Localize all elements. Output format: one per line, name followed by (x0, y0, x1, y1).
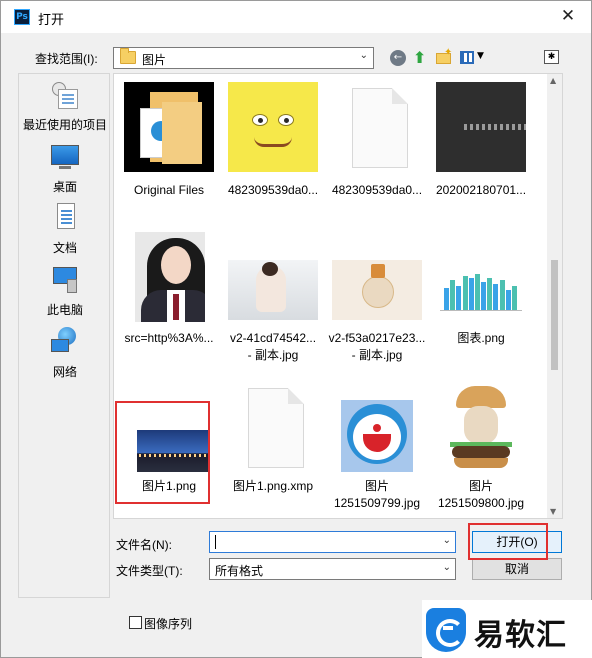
place-label: 最近使用的项目 (22, 118, 107, 132)
checkbox-box[interactable] (129, 616, 142, 629)
place-label: 文档 (52, 241, 77, 255)
chart-thumbnail (436, 260, 526, 320)
place-recent-items[interactable]: 最近使用的项目 (19, 78, 111, 134)
photoshop-app-icon: Ps (14, 9, 30, 25)
back-arrow-icon: ← (390, 50, 406, 66)
file-name: 图片 (468, 479, 493, 493)
filename-field[interactable]: ⌄ (209, 531, 456, 553)
file-item[interactable]: 图片 1251509800.jpg (429, 74, 533, 510)
place-label: 桌面 (52, 180, 77, 194)
thumbnail-bar (456, 286, 462, 310)
lookin-dropdown[interactable]: 图片 ⌄ (113, 47, 374, 69)
file-name-line-2: 1251509800.jpg (437, 496, 525, 510)
file-name: 图片1.png.xmp (232, 479, 314, 493)
file-name-line-2: 1251509799.jpg (333, 496, 421, 510)
file-name: src=http%3A%... (124, 331, 214, 345)
recent-items-icon (49, 80, 81, 112)
image-thumbnail (341, 400, 413, 472)
filetype-dropdown[interactable]: 所有格式 ⌄ (209, 558, 456, 580)
thumbnail-bar (462, 276, 468, 310)
place-documents[interactable]: 文档 (19, 201, 111, 257)
image-thumbnail (137, 430, 210, 472)
file-name: v2-41cd74542... (229, 331, 317, 345)
sparkle-icon: ✦ (444, 47, 453, 58)
place-this-pc[interactable]: 此电脑 (19, 263, 111, 319)
scroll-down-icon[interactable]: ▼ (550, 507, 556, 516)
scrollbar-thumb[interactable] (551, 260, 558, 370)
image-thumbnail (436, 382, 526, 474)
watermark: 易软汇 (422, 600, 592, 658)
favorite-icon: ✱ (544, 50, 559, 64)
image-thumbnail (135, 232, 205, 322)
thumbnail-bar (493, 284, 499, 310)
thumbnail-bar (505, 290, 511, 310)
scroll-up-icon[interactable]: ▲ (550, 76, 556, 85)
file-list[interactable]: Original Files 482309539da0... 482309539… (113, 73, 563, 519)
thumbnail-bar (450, 280, 456, 310)
dropdown-caret-icon: ▼ (477, 51, 484, 61)
back-button[interactable]: ← (390, 47, 408, 69)
brand-logo-icon (426, 608, 466, 652)
up-folder-button[interactable]: ⬆ (412, 47, 430, 69)
folder-icon (120, 48, 136, 64)
image-thumbnail (228, 260, 318, 320)
file-name-line-2: - 副本.jpg (247, 348, 299, 362)
image-thumbnail (332, 260, 422, 320)
file-item[interactable]: 图片 1251509799.jpg (325, 74, 429, 510)
close-button[interactable]: ✕ (553, 3, 583, 29)
thumbnail-bar (474, 274, 480, 310)
cancel-button[interactable]: 取消 (472, 558, 562, 580)
filetype-label: 文件类型(T): (116, 564, 183, 578)
text-caret (215, 535, 216, 549)
thumbnail-bar (468, 278, 474, 310)
place-label: 此电脑 (46, 303, 83, 317)
brand-text: 易软汇 (474, 618, 567, 653)
new-folder-button[interactable]: ✦ (435, 47, 455, 69)
title-bar[interactable]: Ps 打开 ✕ (1, 1, 591, 33)
file-item-selected[interactable]: 图片1.png (117, 74, 221, 493)
view-menu-button[interactable]: ▼ (459, 47, 487, 69)
desktop-icon (49, 142, 81, 174)
dialog-title: 打开 (38, 12, 65, 27)
thumbnail-bar (444, 288, 449, 310)
place-desktop[interactable]: 桌面 (19, 140, 111, 196)
network-icon (49, 327, 81, 359)
file-name: 图表.png (457, 331, 505, 345)
filename-label: 文件名(N): (116, 538, 172, 552)
thumbnail-bar (487, 278, 493, 310)
place-network[interactable]: 网络 (19, 325, 111, 381)
this-pc-icon (49, 265, 81, 297)
file-name: v2-f53a0217e23... (328, 331, 426, 345)
file-name: 图片 (364, 479, 389, 493)
blank-file-icon (228, 382, 318, 472)
favorite-button[interactable]: ✱ (543, 47, 563, 69)
thumbnail-bar (511, 286, 517, 310)
lookin-value: 图片 (142, 53, 167, 67)
open-button[interactable]: 打开(O) (472, 531, 562, 553)
open-dialog: Ps 打开 ✕ 查找范围(I): 图片 ⌄ ← ⬆ ✦ ▼ ✱ 最近使用的项目 … (0, 0, 592, 658)
file-name-line-2: - 副本.jpg (351, 348, 403, 362)
filename-input[interactable] (212, 534, 436, 550)
image-sequence-label: 图像序列 (144, 617, 193, 631)
lookin-label: 查找范围(I): (35, 52, 98, 66)
chevron-down-icon: ⌄ (442, 562, 451, 573)
place-label: 网络 (52, 365, 77, 379)
thumbnail-bar (499, 280, 505, 310)
thumbnail-bar (481, 282, 486, 310)
up-arrow-icon: ⬆ (413, 48, 427, 67)
file-name: 图片1.png (141, 479, 197, 493)
view-grid-icon (460, 51, 474, 64)
file-item[interactable]: 图片1.png.xmp (221, 74, 325, 493)
chevron-down-icon[interactable]: ⌄ (443, 535, 451, 546)
documents-icon (49, 203, 81, 235)
chevron-down-icon: ⌄ (359, 50, 368, 61)
places-bar: 最近使用的项目 桌面 文档 此电脑 网络 (18, 73, 110, 598)
filetype-value: 所有格式 (215, 564, 264, 578)
vertical-scrollbar[interactable]: ▲ ▼ (547, 74, 562, 518)
